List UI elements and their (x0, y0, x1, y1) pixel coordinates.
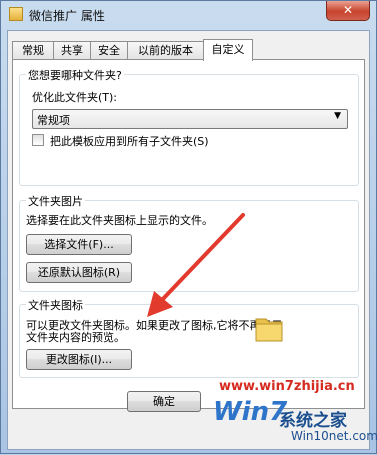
apply-subfolders-checkbox[interactable] (32, 134, 44, 146)
change-icon-button[interactable]: 更改图标(I)... (26, 349, 132, 370)
properties-window: 微信推广 属性 ✕ 常规 共享 安全 以前的版本 自定义 您想要哪种文件夹? 优… (0, 0, 377, 454)
watermark-site-name: 系统之家 (279, 411, 347, 431)
folder-icon (9, 7, 23, 21)
tab-customize[interactable]: 自定义 (203, 39, 253, 61)
tab-security[interactable]: 安全 (90, 41, 128, 60)
watermark-url-line: www.win7zhijia.cn (219, 379, 355, 394)
folder-preview-icon (255, 318, 283, 342)
optimize-label: 优化此文件夹(T): (32, 91, 118, 104)
watermark-logo-text: Win7 (213, 397, 288, 427)
tab-previous-versions[interactable]: 以前的版本 (127, 41, 204, 60)
folder-type-group: 您想要哪种文件夹? 优化此文件夹(T): 常规项 ▼ 把此模板应用到所有子文件夹… (19, 67, 359, 186)
folder-type-group-title: 您想要哪种文件夹? (26, 67, 124, 83)
ok-button[interactable]: 确定 (127, 391, 201, 412)
chevron-down-icon: ▼ (334, 111, 341, 121)
choose-file-button[interactable]: 选择文件(F)... (26, 234, 132, 255)
close-button[interactable]: ✕ (326, 1, 370, 21)
watermark-site-url: Win10net.com (291, 429, 377, 443)
folder-icon-group: 文件夹图标 可以更改文件夹图标。如果更改了图标,它将不再显示 文件夹内容的预览。… (19, 297, 359, 378)
title-bar[interactable]: 微信推广 属性 ✕ (1, 1, 376, 29)
folder-icon-group-title: 文件夹图标 (26, 297, 85, 313)
customize-panel: 您想要哪种文件夹? 优化此文件夹(T): 常规项 ▼ 把此模板应用到所有子文件夹… (12, 59, 365, 409)
tab-general[interactable]: 常规 (12, 41, 54, 60)
folder-type-value: 常规项 (37, 114, 70, 127)
folder-picture-group-title: 文件夹图片 (26, 193, 85, 209)
apply-subfolders-label[interactable]: 把此模板应用到所有子文件夹(S) (50, 133, 209, 149)
folder-picture-group: 文件夹图片 选择要在此文件夹图标上显示的文件。 选择文件(F)... 还原默认图… (19, 193, 359, 292)
folder-icon-description-line2: 文件夹内容的预览。 (26, 331, 125, 344)
folder-type-select[interactable]: 常规项 ▼ (32, 109, 348, 129)
folder-picture-description: 选择要在此文件夹图标上显示的文件。 (26, 214, 213, 227)
restore-default-button[interactable]: 还原默认图标(R) (26, 262, 132, 283)
window-title: 微信推广 属性 (29, 9, 105, 23)
tab-sharing[interactable]: 共享 (53, 41, 91, 60)
